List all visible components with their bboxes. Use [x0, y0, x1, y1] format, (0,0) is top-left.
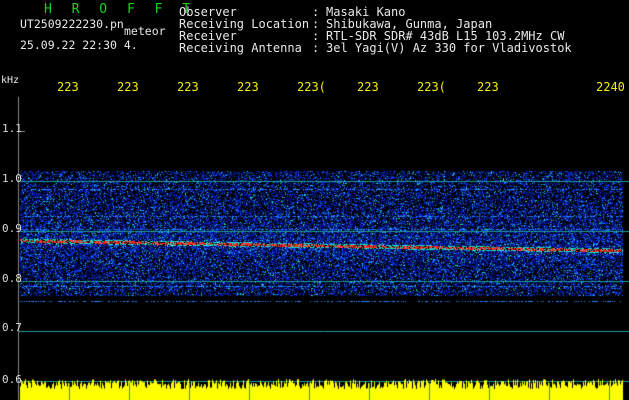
y-tick-label: 0.7	[2, 321, 22, 334]
y-tick-label: 0.8	[2, 272, 22, 285]
antenna-label: Receiving Antenna	[179, 41, 302, 55]
y-tick-label: 1.0	[2, 172, 22, 185]
x-tick-label: 223(	[417, 80, 446, 94]
x-tick-label: 223	[477, 80, 499, 94]
colon: :	[312, 41, 320, 55]
event-tag: meteor	[124, 24, 166, 38]
y-tick-label: 0.6	[2, 373, 22, 386]
x-tick-label: 223(	[297, 80, 326, 94]
x-tick-label: 223	[117, 80, 139, 94]
file-name: UT2509222230.pn	[20, 17, 124, 31]
x-tick-label: 223	[357, 80, 379, 94]
header-panel: H R O F F T UT2509222230.pn meteor 25.09…	[0, 0, 629, 75]
date-time: 25.09.22 22:30 4.	[20, 38, 138, 52]
spectrogram-canvas	[0, 97, 629, 400]
x-tick-label: 223	[237, 80, 259, 94]
y-tick-label: 0.9	[2, 222, 22, 235]
x-tick-label: 223	[57, 80, 79, 94]
x-tick-label: 2240	[596, 80, 625, 94]
y-tick-label: 1.1	[2, 122, 22, 135]
y-axis-unit: kHz	[1, 75, 20, 86]
x-tick-label: 223	[177, 80, 199, 94]
brand-title: H R O F F T	[44, 2, 197, 17]
antenna-value: 3el Yagi(V) Az 330 for Vladivostok	[326, 41, 572, 55]
